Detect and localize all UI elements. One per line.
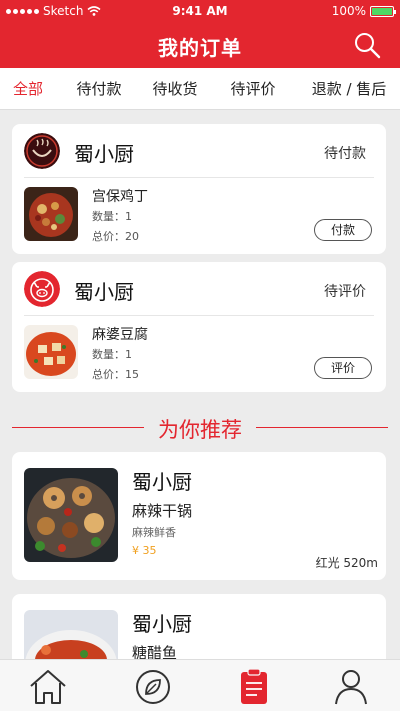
- shop-logo-icon: [24, 271, 60, 307]
- tab-all[interactable]: 全部: [0, 68, 56, 110]
- recommend-card[interactable]: 蜀小厨 麻辣干锅 麻辣鲜香 ¥ 35 红光 520m: [12, 452, 386, 580]
- dish-photo: [24, 325, 78, 379]
- dish-price: ¥ 35: [132, 544, 157, 557]
- search-icon[interactable]: [352, 30, 382, 60]
- dish-description: 麻辣鲜香: [132, 526, 176, 539]
- tab-pending-review[interactable]: 待评价: [208, 68, 298, 110]
- bottom-nav: [0, 659, 400, 711]
- page-title: 我的订单: [158, 36, 242, 60]
- battery-percent: 100%: [331, 4, 366, 18]
- order-quantity: 数量：1: [92, 210, 132, 223]
- divider: [256, 427, 388, 428]
- order-tabs: 全部 待付款 待收货 待评价 退款 / 售后: [0, 68, 400, 110]
- orders-icon[interactable]: [233, 666, 275, 708]
- app-header: Sketch 9:41 AM 100% 我的订单: [0, 0, 400, 68]
- discover-icon[interactable]: [132, 666, 174, 708]
- shop-logo-icon: [24, 133, 60, 169]
- dish-photo: [24, 187, 78, 241]
- recommend-title: 为你推荐: [158, 418, 242, 442]
- recommend-heading: 为你推荐: [0, 410, 400, 446]
- shop-distance: 红光 520m: [315, 556, 378, 570]
- shop-name: 蜀小厨: [74, 142, 134, 166]
- dish-name: 麻辣干锅: [132, 502, 193, 520]
- pay-button[interactable]: 付款: [314, 219, 372, 241]
- dish-name: 麻婆豆腐: [92, 327, 148, 343]
- home-icon[interactable]: [27, 666, 69, 708]
- tab-pending-receipt[interactable]: 待收货: [142, 68, 208, 110]
- order-total: 总价：15: [92, 368, 139, 381]
- order-card[interactable]: 蜀小厨 待付款 宫保鸡丁 数量：1 总价：20 付款: [12, 124, 386, 254]
- order-status: 待评价: [324, 284, 366, 300]
- shop-name: 蜀小厨: [132, 612, 192, 636]
- shop-name: 蜀小厨: [132, 470, 192, 494]
- order-total: 总价：20: [92, 230, 139, 243]
- battery-icon: [370, 5, 396, 17]
- status-bar: Sketch 9:41 AM 100%: [0, 0, 400, 22]
- dish-photo: [24, 468, 118, 562]
- shop-name: 蜀小厨: [74, 280, 134, 304]
- dish-name: 宫保鸡丁: [92, 189, 148, 205]
- order-card[interactable]: 蜀小厨 待评价 麻婆豆腐 数量：1 总价：15 评价: [12, 262, 386, 392]
- order-quantity: 数量：1: [92, 348, 132, 361]
- tab-pending-payment[interactable]: 待付款: [56, 68, 142, 110]
- review-button[interactable]: 评价: [314, 357, 372, 379]
- order-status: 待付款: [324, 146, 366, 162]
- profile-icon[interactable]: [330, 666, 372, 708]
- tab-refund[interactable]: 退款 / 售后: [298, 68, 400, 110]
